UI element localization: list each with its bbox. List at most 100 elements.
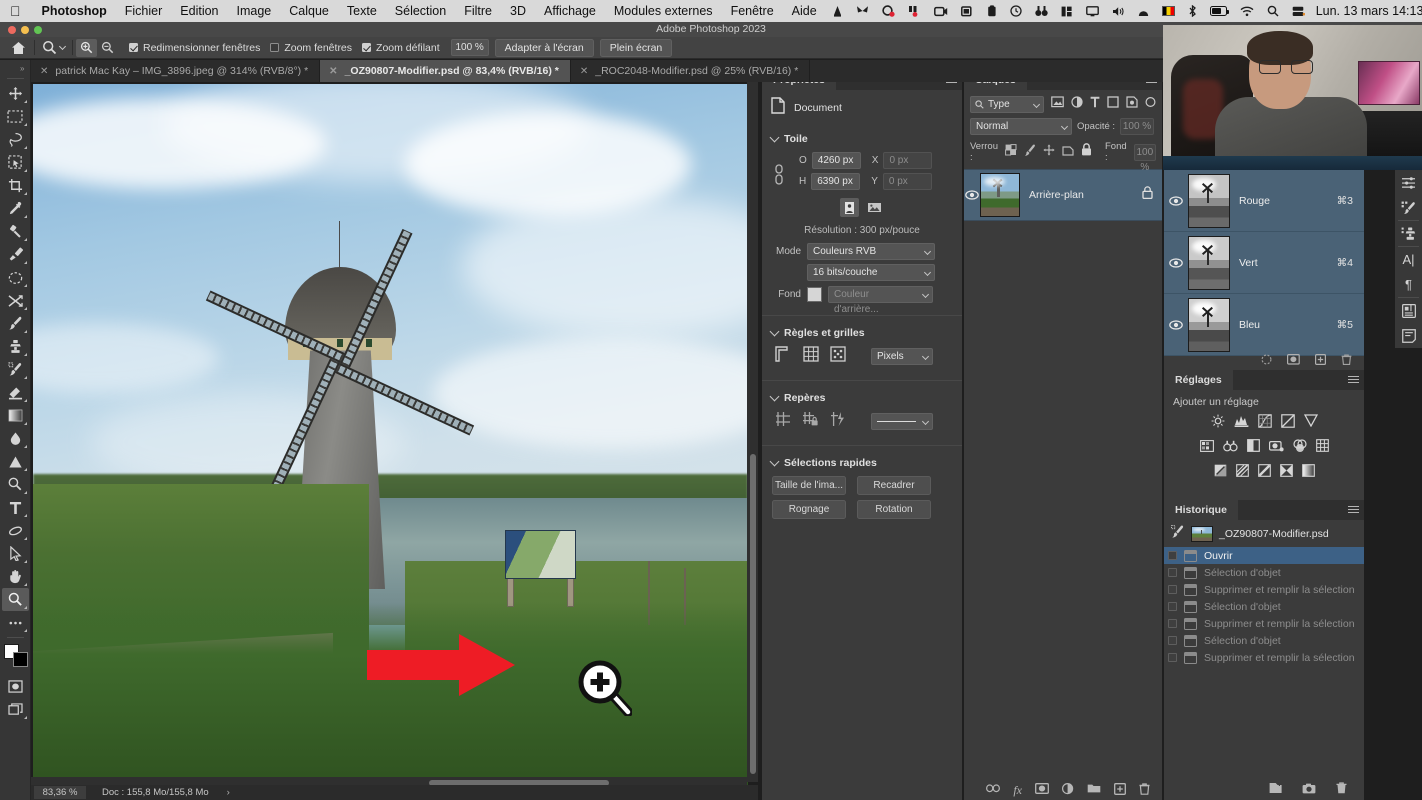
smart-guides-icon[interactable] — [830, 411, 846, 432]
lock-position-icon[interactable] — [1043, 143, 1055, 161]
close-window-button[interactable] — [8, 26, 16, 34]
list-item[interactable]: Sélection d'objet — [1164, 598, 1364, 615]
color-mode-select[interactable]: Couleurs RVB — [807, 243, 935, 260]
pixel-filter-icon[interactable] — [1051, 95, 1064, 113]
search-icon[interactable] — [1261, 5, 1285, 17]
recorder-icon[interactable] — [902, 5, 927, 17]
tab-historique[interactable]: Historique — [1164, 500, 1238, 520]
menu-item-fichier[interactable]: Fichier — [116, 0, 172, 22]
channel-thumbnail[interactable] — [1188, 235, 1230, 290]
control-center-icon[interactable] — [1286, 6, 1311, 17]
history-state-checkbox[interactable] — [1168, 653, 1177, 662]
menu-item-image[interactable]: Image — [228, 0, 281, 22]
history-state-checkbox[interactable] — [1168, 568, 1177, 577]
paragraph-rail-icon[interactable]: ¶ — [1395, 272, 1422, 297]
chevron-down-icon[interactable] — [58, 42, 67, 51]
channel-visibility-eye-icon[interactable] — [1164, 195, 1188, 206]
list-item[interactable]: Sélection d'objet — [1164, 564, 1364, 581]
properties-rail-icon[interactable] — [1395, 170, 1422, 195]
crop-tool-icon[interactable] — [2, 174, 29, 197]
wifi-icon[interactable] — [1234, 6, 1260, 17]
belgium-flag-icon[interactable] — [1156, 6, 1181, 16]
chevron-down-icon[interactable] — [769, 326, 780, 337]
canvas-width-field[interactable]: 4260 px — [811, 152, 861, 169]
layer-visibility-eye-icon[interactable] — [964, 190, 980, 200]
brush-tool-icon-1[interactable] — [2, 243, 29, 266]
guides-lock-icon[interactable] — [802, 411, 819, 432]
clone-source-rail-icon[interactable] — [1395, 221, 1422, 246]
menu-item-aide[interactable]: Aide — [783, 0, 826, 22]
gradient-tool-icon[interactable] — [2, 404, 29, 427]
zoom-tool-icon[interactable] — [1, 588, 29, 611]
list-item[interactable]: Supprimer et remplir la sélection — [1164, 615, 1364, 632]
fit-screen-button[interactable]: Adapter à l'écran — [494, 38, 594, 57]
layer-filter-type-select[interactable]: Type — [970, 95, 1044, 113]
bit-depth-select[interactable]: 16 bits/couche — [807, 264, 935, 281]
rulers-icon[interactable] — [775, 346, 792, 367]
color-lookup-icon[interactable] — [1315, 439, 1329, 458]
binoculars-icon[interactable] — [1029, 5, 1054, 17]
blend-mode-select[interactable]: Normal — [970, 118, 1072, 135]
new-layer-icon[interactable] — [1114, 782, 1126, 798]
document-canvas-area[interactable]: 83,36 % Doc : 155,8 Mo/155,8 Mo › — [31, 82, 758, 800]
stats-icon[interactable] — [1055, 6, 1079, 17]
checkbox-box[interactable] — [129, 43, 138, 52]
channel-mixer-icon[interactable] — [1292, 439, 1307, 458]
zoom-out-icon[interactable] — [97, 39, 118, 57]
zoom-percent-field[interactable]: 100 % — [450, 39, 489, 56]
guides-show-icon[interactable] — [775, 411, 791, 432]
delete-channel-icon[interactable] — [1341, 352, 1352, 370]
filter-toggle-icon[interactable] — [1145, 95, 1156, 113]
color-balance-icon[interactable] — [1222, 439, 1238, 458]
notes-rail-icon[interactable] — [1395, 323, 1422, 348]
table-row[interactable]: Arrière-plan — [964, 169, 1162, 221]
document-tab-1[interactable]: ✕ _OZ90807-Modifier.psd @ 83,4% (RVB/16)… — [320, 60, 571, 82]
apple-logo-icon[interactable]:  — [10, 4, 21, 18]
channel-thumbnail[interactable] — [1188, 297, 1230, 352]
document-tab-0[interactable]: ✕ patrick Mac Kay – IMG_3896.jpeg @ 314%… — [31, 60, 321, 82]
section-header-reperes[interactable]: Repères — [762, 385, 962, 409]
opacity-field[interactable]: 100 % — [1120, 118, 1155, 135]
type-tool-icon[interactable] — [2, 496, 29, 519]
smart-object-filter-icon[interactable] — [1126, 95, 1138, 113]
canvas-height-field[interactable]: 6390 px — [811, 173, 861, 190]
clipboard-icon[interactable] — [981, 5, 1003, 17]
fill-percent-field[interactable]: 100 % — [1133, 143, 1156, 173]
curves-icon[interactable] — [1257, 414, 1272, 433]
canvas-x-field[interactable]: 0 px — [883, 152, 933, 169]
panel-menu-icon[interactable] — [1348, 376, 1359, 384]
delete-state-icon[interactable] — [1336, 781, 1347, 799]
channel-visibility-eye-icon[interactable] — [1164, 257, 1188, 268]
battery-icon[interactable] — [1204, 6, 1233, 16]
new-channel-icon[interactable] — [1315, 352, 1327, 370]
grid-icon[interactable] — [803, 346, 819, 367]
adjustment-layer-icon[interactable] — [1061, 782, 1074, 798]
chevron-right-icon[interactable]: › — [227, 787, 230, 798]
history-state-checkbox[interactable] — [1168, 636, 1177, 645]
history-state-checkbox[interactable] — [1168, 602, 1177, 611]
list-item[interactable]: Supprimer et remplir la sélection — [1164, 581, 1364, 598]
home-icon[interactable] — [6, 37, 31, 59]
image-canvas[interactable] — [33, 84, 748, 786]
table-row[interactable]: Bleu ⌘5 — [1164, 294, 1364, 356]
canvas-vertical-scrollbar[interactable] — [747, 82, 758, 782]
guide-style-select[interactable] — [871, 413, 933, 430]
menu-item-affichage[interactable]: Affichage — [535, 0, 605, 22]
canvas-y-field[interactable]: 0 px — [882, 173, 932, 190]
character-rail-icon[interactable]: A| — [1395, 247, 1422, 272]
lasso-tool-icon[interactable] — [2, 128, 29, 151]
new-group-icon[interactable] — [1087, 783, 1101, 797]
image-size-button[interactable]: Taille de l'ima... — [772, 476, 846, 495]
type-filter-icon[interactable] — [1090, 95, 1100, 113]
create-document-from-state-icon[interactable] — [1269, 781, 1282, 799]
close-icon[interactable]: ✕ — [40, 66, 48, 77]
screen-mode-icon[interactable] — [2, 698, 29, 721]
history-state-checkbox[interactable] — [1168, 585, 1177, 594]
ruler-unit-select[interactable]: Pixels — [871, 348, 933, 365]
active-tool-preset-picker[interactable] — [38, 40, 69, 55]
selective-color-icon[interactable] — [1279, 464, 1293, 482]
rectangular-marquee-tool-icon[interactable] — [2, 105, 29, 128]
load-channel-selection-icon[interactable] — [1261, 352, 1272, 370]
lock-image-icon[interactable] — [1024, 143, 1036, 161]
layer-name[interactable]: Arrière-plan — [1020, 189, 1142, 201]
